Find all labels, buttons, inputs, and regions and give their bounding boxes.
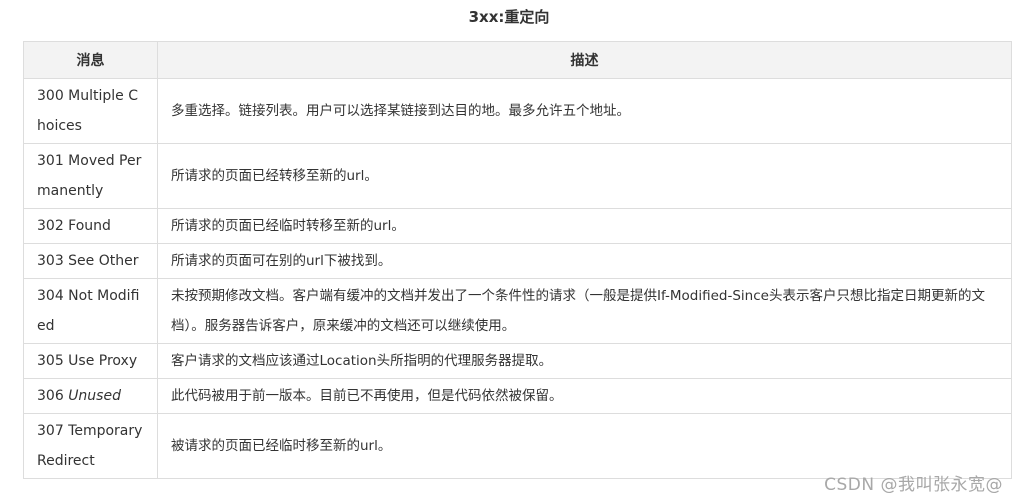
status-code-table: 消息 描述 300 Multiple Choices 多重选择。链接列表。用户可… (23, 41, 1012, 479)
row-description: 未按预期修改文档。客户端有缓冲的文档并发出了一个条件性的请求（一般是提供If-M… (157, 278, 1012, 344)
row-code-number: 306 (37, 388, 64, 404)
row-code: 307 Temporary Redirect (23, 413, 158, 479)
row-description: 所请求的页面可在别的url下被找到。 (157, 243, 1012, 279)
table-row: 306 Unused 此代码被用于前一版本。目前已不再使用，但是代码依然被保留。 (23, 378, 1012, 414)
table-row: 303 See Other 所请求的页面可在别的url下被找到。 (23, 243, 1012, 279)
row-description: 多重选择。链接列表。用户可以选择某链接到达目的地。最多允许五个地址。 (157, 78, 1012, 144)
row-code: 302 Found (23, 208, 158, 244)
row-description: 客户请求的文档应该通过Location头所指明的代理服务器提取。 (157, 343, 1012, 379)
row-code-word: Unused (68, 388, 121, 404)
table-row: 300 Multiple Choices 多重选择。链接列表。用户可以选择某链接… (23, 78, 1012, 144)
row-code: 306 Unused (23, 378, 158, 414)
table-caption: 3xx:重定向 (468, 8, 550, 26)
header-message: 消息 (23, 41, 158, 79)
watermark: CSDN @我叫张永宽@ (824, 475, 1003, 495)
row-description: 被请求的页面已经临时移至新的url。 (157, 413, 1012, 479)
row-code: 305 Use Proxy (23, 343, 158, 379)
table-row: 304 Not Modified 未按预期修改文档。客户端有缓冲的文档并发出了一… (23, 278, 1012, 344)
row-code: 304 Not Modified (23, 278, 158, 344)
row-description: 所请求的页面已经转移至新的url。 (157, 143, 1012, 209)
table-row: 302 Found 所请求的页面已经临时转移至新的url。 (23, 208, 1012, 244)
row-code: 301 Moved Permanently (23, 143, 158, 209)
table-row: 301 Moved Permanently 所请求的页面已经转移至新的url。 (23, 143, 1012, 209)
table-header-row: 消息 描述 (23, 41, 1012, 79)
row-code: 300 Multiple Choices (23, 78, 158, 144)
row-description: 此代码被用于前一版本。目前已不再使用，但是代码依然被保留。 (157, 378, 1012, 414)
row-code: 303 See Other (23, 243, 158, 279)
header-description: 描述 (157, 41, 1012, 79)
row-description: 所请求的页面已经临时转移至新的url。 (157, 208, 1012, 244)
table-row: 305 Use Proxy 客户请求的文档应该通过Location头所指明的代理… (23, 343, 1012, 379)
page: 3xx:重定向 消息 描述 300 Multiple Choices 多重选择。… (0, 0, 1018, 501)
table-row: 307 Temporary Redirect 被请求的页面已经临时移至新的url… (23, 413, 1012, 479)
